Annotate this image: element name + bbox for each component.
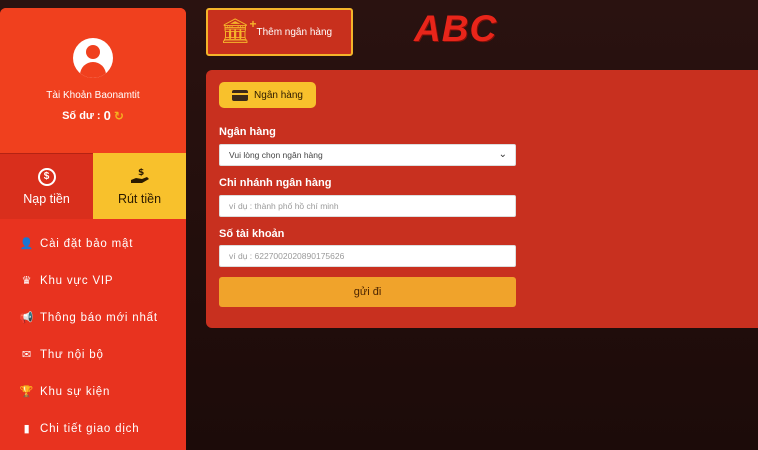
sidebar-item-label: Thông báo mới nhất <box>40 311 158 324</box>
credit-card-icon <box>232 89 249 101</box>
bank-form-card: Ngân hàng Ngân hàng Vui lòng chọn ngân h… <box>206 70 758 328</box>
tab-withdraw-label: Rút tiền <box>117 192 162 206</box>
user-lock-icon: 👤 <box>19 238 35 250</box>
sidebar-item-security[interactable]: 👤 Cài đặt bảo mật <box>0 225 186 262</box>
dollar-coin-icon: $ <box>37 167 56 186</box>
avatar-icon[interactable] <box>73 38 113 78</box>
account-number-input[interactable]: ví dụ : 6227002020890175626 <box>219 245 516 267</box>
bank-select-label: Ngân hàng <box>219 126 276 138</box>
crown-icon: ♛ <box>21 275 33 287</box>
branch-placeholder: ví dụ : thành phố hồ chí minh <box>229 201 339 211</box>
document-icon: ▮ <box>23 423 31 435</box>
sidebar-item-transactions[interactable]: ▮ Chi tiết giao dịch <box>0 410 186 447</box>
megaphone-icon: 📢 <box>19 312 35 324</box>
sidebar-item-notifications[interactable]: 📢 Thông báo mới nhất <box>0 299 186 336</box>
branch-input[interactable]: ví dụ : thành phố hồ chí minh <box>219 195 516 217</box>
sidebar-item-label: Cài đặt bảo mật <box>40 237 134 250</box>
sidebar-item-label: Chi tiết giao dịch <box>40 422 140 435</box>
hand-money-icon: $ <box>130 168 149 183</box>
sidebar-item-label: Khu sự kiện <box>40 385 111 398</box>
tab-withdraw[interactable]: $ Rút tiền <box>93 153 186 219</box>
branch-label: Chi nhánh ngân hàng <box>219 177 332 189</box>
bank-add-icon: 🏛 + <box>220 17 257 45</box>
svg-text:$: $ <box>138 168 144 178</box>
bank-select-value: Vui lòng chọn ngân hàng <box>229 150 323 160</box>
sidebar-menu: 👤 Cài đặt bảo mật ♛ Khu vực VIP 📢 Thông … <box>0 219 186 447</box>
sidebar-item-label: Thư nội bộ <box>40 348 104 361</box>
sidebar-item-vip[interactable]: ♛ Khu vực VIP <box>0 262 186 299</box>
balance-label: Số dư : <box>62 109 101 122</box>
sidebar-item-events[interactable]: 🏆 Khu sự kiện <box>0 373 186 410</box>
sidebar: Tài Khoản Baonamtit Số dư : 0 ↻ $ Nạp ti… <box>0 8 186 450</box>
sidebar-item-label: Khu vực VIP <box>40 274 114 287</box>
profile-panel: Tài Khoản Baonamtit Số dư : 0 ↻ <box>0 8 186 153</box>
sidebar-item-inbox[interactable]: ✉ Thư nội bộ <box>0 336 186 373</box>
envelope-icon: ✉ <box>21 349 33 361</box>
balance: Số dư : 0 ↻ <box>62 108 124 123</box>
username: Tài Khoản Baonamtit <box>46 90 140 101</box>
account-label: Số tài khoản <box>219 228 285 240</box>
brand-logo: ABC <box>414 8 498 49</box>
avatar-head <box>86 45 100 59</box>
tab-deposit[interactable]: $ Nạp tiền <box>0 153 93 219</box>
add-bank-label: Thêm ngân hàng <box>256 26 333 38</box>
tab-bank[interactable]: Ngân hàng <box>219 82 316 108</box>
tab-deposit-label: Nạp tiền <box>23 191 70 206</box>
balance-value: 0 <box>103 108 111 123</box>
tab-bank-label: Ngân hàng <box>254 89 303 101</box>
submit-button[interactable]: gửi đi <box>219 277 516 307</box>
trophy-icon: 🏆 <box>19 386 35 398</box>
wallet-tabs: $ Nạp tiền $ Rút tiền <box>0 153 186 219</box>
chevron-down-icon: ⌄ <box>498 149 507 160</box>
add-bank-button[interactable]: 🏛 + Thêm ngân hàng <box>206 8 353 56</box>
account-placeholder: ví dụ : 6227002020890175626 <box>229 251 345 261</box>
refresh-icon[interactable]: ↻ <box>114 109 124 123</box>
avatar-body <box>80 62 106 78</box>
bank-select[interactable]: Vui lòng chọn ngân hàng ⌄ <box>219 144 516 166</box>
